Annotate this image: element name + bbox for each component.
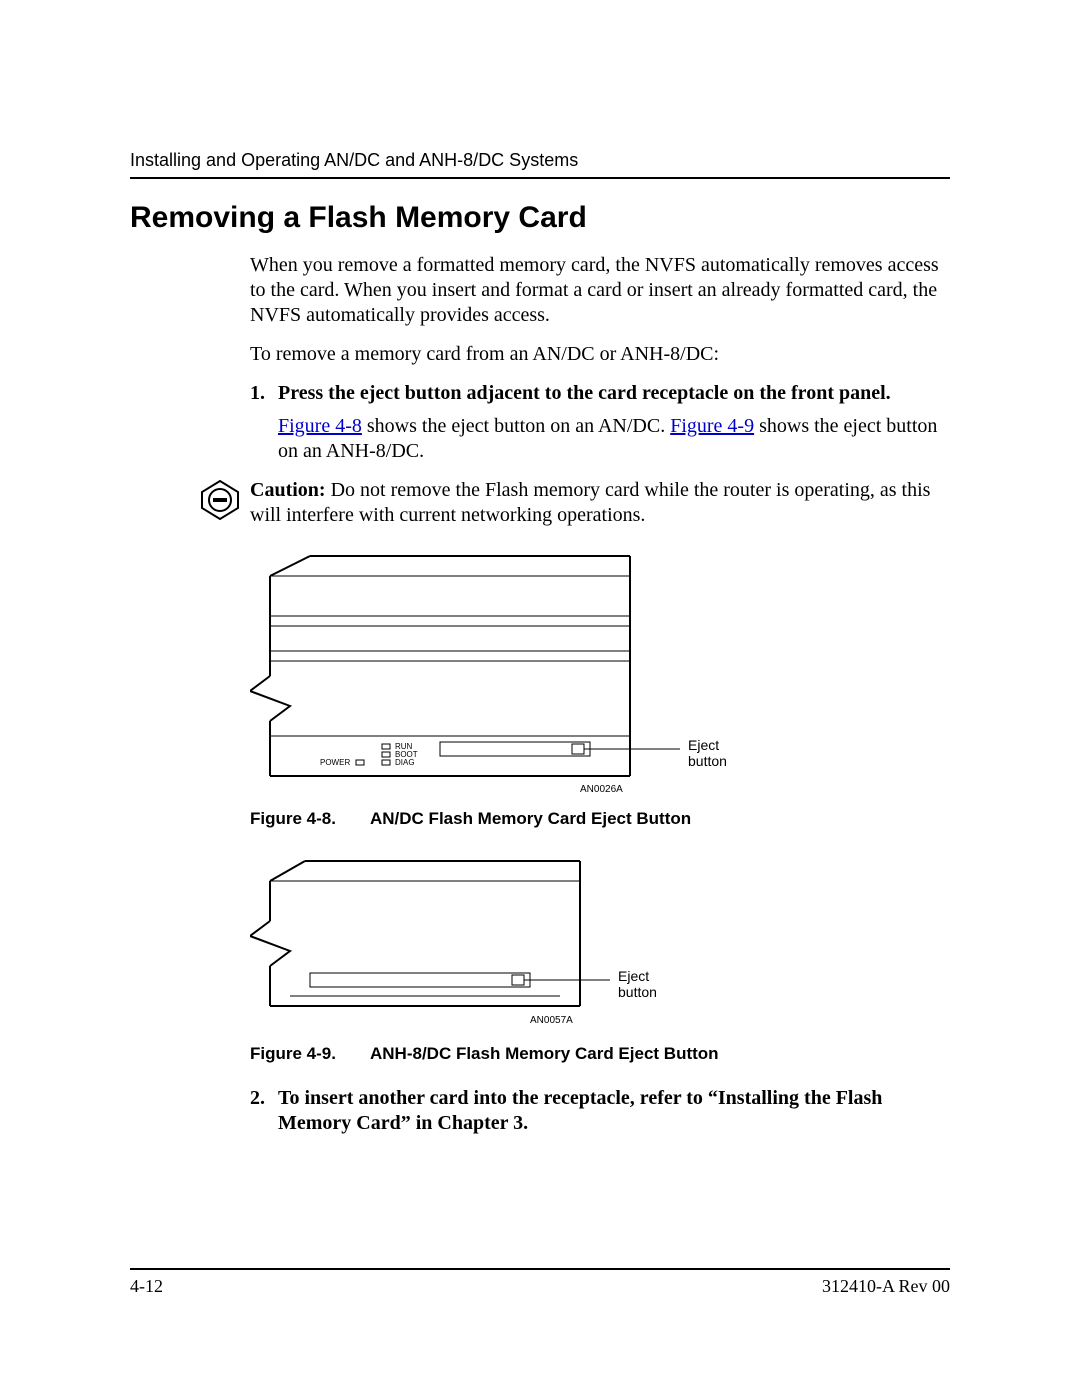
caution-icon [200,480,240,520]
caution-body: Do not remove the Flash memory card whil… [250,479,930,526]
step-1-body-mid: shows the eject button on an AN/DC. [362,415,670,437]
fig1-eject-label-1: Eject [688,737,719,753]
fig1-eject-label-2: button [688,753,727,769]
figure-4-8-svg: RUN BOOT DIAG POWER Eject button AN0026A [250,546,810,796]
step-1-number: 1. [250,381,278,406]
running-header: Installing and Operating AN/DC and ANH-8… [130,150,950,171]
intro-paragraph: When you remove a formatted memory card,… [250,253,950,328]
section-heading: Removing a Flash Memory Card [130,201,950,235]
fig1-label-diag: DIAG [395,758,415,767]
caution-label: Caution: [250,479,326,501]
page-footer: 4-12 312410-A Rev 00 [130,1268,950,1297]
figure-4-9-title: ANH-8/DC Flash Memory Card Eject Button [370,1044,719,1063]
figure-4-9: Eject button AN0057A [250,851,950,1036]
figure-4-9-link[interactable]: Figure 4-9 [670,415,754,437]
figure-4-8-title: AN/DC Flash Memory Card Eject Button [370,809,691,828]
footer-page-number: 4-12 [130,1276,163,1297]
header-rule [130,177,950,179]
figure-4-9-number: Figure 4-9. [250,1044,370,1064]
page-body: Installing and Operating AN/DC and ANH-8… [130,150,950,1144]
step-1-body: Figure 4-8 shows the eject button on an … [278,414,950,464]
step-2-text: To insert another card into the receptac… [278,1086,950,1136]
caution-block: Caution: Do not remove the Flash memory … [200,478,950,528]
step-2-number: 2. [250,1086,278,1136]
footer-doc-id: 312410-A Rev 00 [822,1276,950,1297]
figure-4-9-caption: Figure 4-9.ANH-8/DC Flash Memory Card Ej… [250,1044,950,1064]
fig2-eject-label-1: Eject [618,968,649,984]
step-1: 1. Press the eject button adjacent to th… [250,381,950,406]
step-1-text: Press the eject button adjacent to the c… [278,381,950,406]
figure-4-8-caption: Figure 4-8.AN/DC Flash Memory Card Eject… [250,809,950,829]
lead-paragraph: To remove a memory card from an AN/DC or… [250,342,950,367]
fig2-eject-label-2: button [618,984,657,1000]
footer-rule [130,1268,950,1270]
body-column: When you remove a formatted memory card,… [250,253,950,464]
fig2-code: AN0057A [530,1015,573,1026]
fig1-label-power: POWER [320,758,350,767]
figure-4-8-link[interactable]: Figure 4-8 [278,415,362,437]
step-2: 2. To insert another card into the recep… [250,1086,950,1136]
figure-4-8: RUN BOOT DIAG POWER Eject button AN0026A [250,546,950,801]
figure-4-8-number: Figure 4-8. [250,809,370,829]
figure-4-9-svg: Eject button AN0057A [250,851,750,1031]
fig1-code: AN0026A [580,784,623,795]
caution-text: Caution: Do not remove the Flash memory … [250,478,950,528]
body-column-2: 2. To insert another card into the recep… [250,1086,950,1136]
